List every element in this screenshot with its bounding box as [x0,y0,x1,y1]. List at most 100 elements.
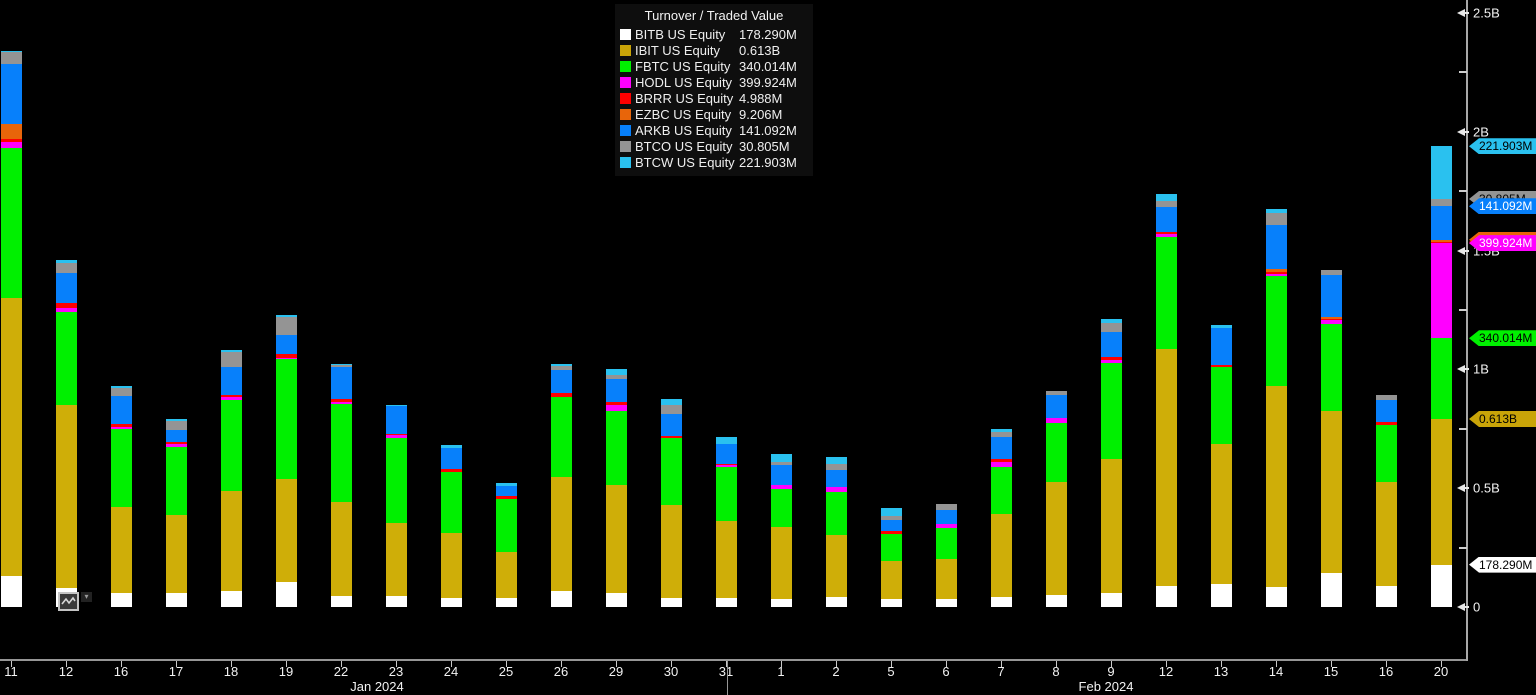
segment-brrr [276,354,297,358]
value-badge-bitb: 178.290M [1469,557,1536,573]
legend-item-brrr[interactable]: BRRR US Equity4.988M [619,90,809,106]
bar-jan-16[interactable] [111,386,132,607]
legend-swatch [620,77,631,88]
bar-jan-22[interactable] [331,364,352,607]
legend-item-ezbc[interactable]: EZBC US Equity9.206M [619,106,809,122]
bar-feb-13[interactable] [1211,325,1232,607]
bar-jan-24[interactable] [441,445,462,607]
segment-brrr [111,424,132,427]
bar-jan-12[interactable] [56,260,77,607]
segment-btcw [56,260,77,263]
x-day-label-feb-2: 2 [832,664,839,679]
legend-item-hodl[interactable]: HODL US Equity399.924M [619,74,809,90]
legend-label: BITB US Equity [635,27,739,42]
legend-swatch [620,61,631,72]
segment-ibit [1101,459,1122,593]
bar-jan-17[interactable] [166,419,187,607]
y-axis-label-2.5B: 2.5B [1473,6,1500,21]
bar-jan-23[interactable] [386,405,407,607]
segment-ibit [551,477,572,591]
segment-ezbc [1,124,22,139]
segment-bitb [386,596,407,607]
legend-item-bitb[interactable]: BITB US Equity178.290M [619,26,809,42]
bar-feb-8[interactable] [1046,391,1067,607]
line-chart-icon[interactable] [58,592,79,611]
y-axis-label-2B: 2B [1473,124,1489,139]
legend-label: HODL US Equity [635,75,739,90]
bar-jan-19[interactable] [276,315,297,607]
bar-jan-31[interactable] [716,437,737,607]
legend-item-fbtc[interactable]: FBTC US Equity340.014M [619,58,809,74]
segment-arkb [166,430,187,442]
segment-brrr [221,395,242,397]
x-day-label-jan-25: 25 [499,664,513,679]
segment-arkb [661,414,682,436]
legend-item-ibit[interactable]: IBIT US Equity0.613B [619,42,809,58]
legend-item-btco[interactable]: BTCO US Equity30.805M [619,138,809,154]
segment-arkb [1156,207,1177,232]
segment-brrr [1211,365,1232,367]
bar-feb-20[interactable] [1431,146,1452,607]
segment-ibit [606,485,627,593]
segment-ibit [441,533,462,598]
segment-btco [1,52,22,64]
bar-jan-18[interactable] [221,350,242,607]
bar-jan-26[interactable] [551,364,572,607]
bar-feb-1[interactable] [771,454,792,607]
segment-hodl [826,487,847,492]
segment-hodl [56,308,77,312]
bar-feb-12[interactable] [1156,194,1177,607]
chart-type-button[interactable]: ▾ [58,592,92,611]
segment-fbtc [1266,276,1287,386]
segment-btco [661,405,682,414]
bar-feb-16[interactable] [1376,395,1397,607]
segment-fbtc [771,489,792,527]
y-minor-tick [1459,71,1467,73]
segment-btcw [1,51,22,53]
bar-jan-11[interactable] [1,51,22,607]
bar-feb-5[interactable] [881,508,902,607]
value-badge-arkb: 141.092M [1469,198,1536,214]
x-day-label-feb-14: 14 [1269,664,1283,679]
legend-item-btcw[interactable]: BTCW US Equity221.903M [619,154,809,170]
segment-brrr [1376,422,1397,425]
bar-jan-30[interactable] [661,399,682,607]
segment-hodl [166,444,187,447]
x-day-label-jan-11: 11 [4,664,18,679]
segment-arkb [1376,400,1397,422]
x-day-label-jan-16: 16 [114,664,128,679]
segment-brrr [881,531,902,534]
segment-brrr [496,496,517,499]
segment-btco [826,464,847,470]
segment-btcw [771,454,792,462]
segment-btcw [1431,146,1452,199]
segment-brrr [56,303,77,308]
value-badge-fbtc: 340.014M [1469,330,1536,346]
chevron-down-icon[interactable]: ▾ [81,592,92,602]
legend-item-arkb[interactable]: ARKB US Equity141.092M [619,122,809,138]
segment-ibit [1156,349,1177,586]
bar-feb-15[interactable] [1321,270,1342,607]
bar-feb-7[interactable] [991,429,1012,607]
bar-feb-9[interactable] [1101,319,1122,607]
bar-feb-2[interactable] [826,457,847,607]
segment-btco [1321,270,1342,275]
legend-value: 221.903M [739,155,809,170]
y-minor-tick [1459,547,1467,549]
segment-btcw [111,386,132,388]
bar-jan-25[interactable] [496,483,517,607]
segment-btco [111,388,132,396]
legend-label: BTCW US Equity [635,155,739,170]
segment-ibit [56,405,77,588]
segment-arkb [1431,206,1452,240]
bar-jan-29[interactable] [606,369,627,607]
segment-fbtc [496,499,517,552]
segment-bitb [1046,595,1067,607]
bar-feb-6[interactable] [936,504,957,607]
segment-hodl [221,397,242,400]
x-day-label-feb-13: 13 [1214,664,1228,679]
segment-arkb [826,470,847,487]
bar-feb-14[interactable] [1266,209,1287,607]
segment-ibit [111,507,132,593]
segment-btcw [441,445,462,448]
